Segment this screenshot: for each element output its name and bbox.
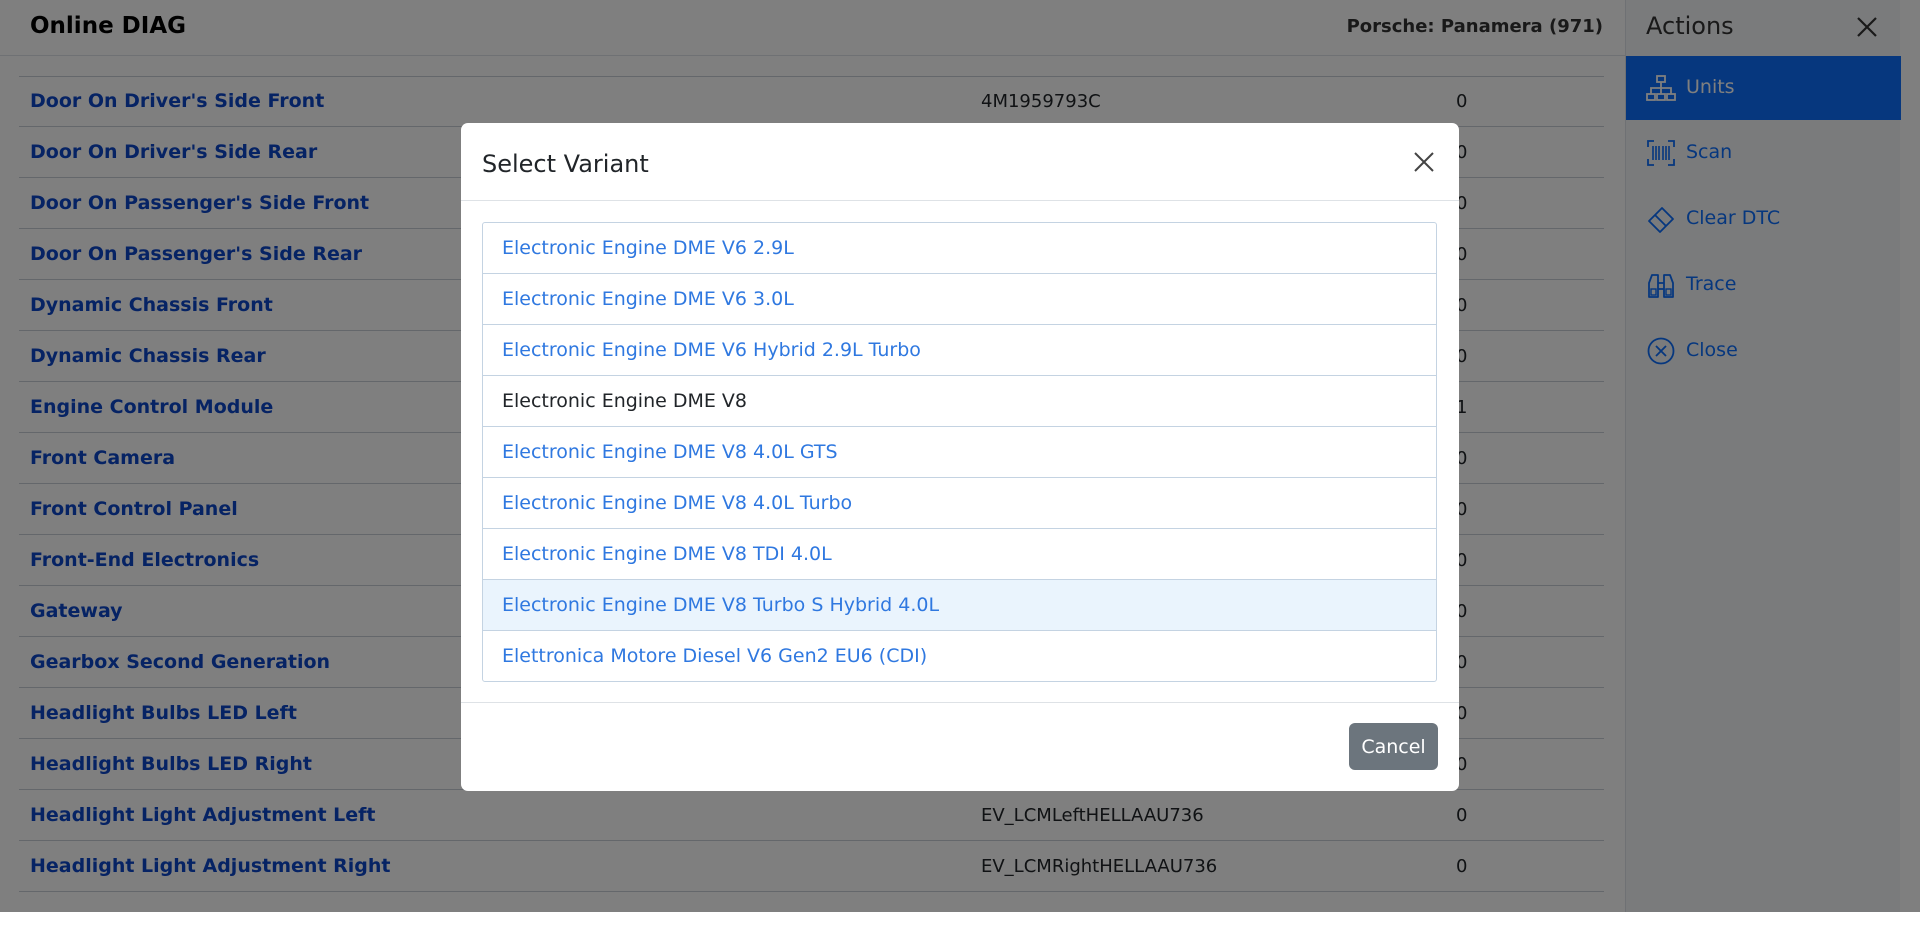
- variant-item[interactable]: Electronic Engine DME V8 4.0L Turbo: [483, 478, 1436, 529]
- select-variant-dialog: Select Variant Electronic Engine DME V6 …: [461, 123, 1459, 791]
- app-window: Online DIAG Porsche: Panamera (971) Door…: [0, 0, 1920, 912]
- variant-label: Electronic Engine DME V6 Hybrid 2.9L Tur…: [502, 339, 921, 361]
- variant-item[interactable]: Electronic Engine DME V8 Turbo S Hybrid …: [483, 580, 1436, 631]
- variant-label: Electronic Engine DME V8 Turbo S Hybrid …: [502, 594, 940, 616]
- variant-label: Elettronica Motore Diesel V6 Gen2 EU6 (C…: [502, 645, 928, 667]
- variant-item[interactable]: Electronic Engine DME V8: [483, 376, 1436, 427]
- variant-item[interactable]: Electronic Engine DME V6 3.0L: [483, 274, 1436, 325]
- variant-item[interactable]: Elettronica Motore Diesel V6 Gen2 EU6 (C…: [483, 631, 1436, 681]
- variant-label: Electronic Engine DME V8 TDI 4.0L: [502, 543, 832, 565]
- variant-label: Electronic Engine DME V6 2.9L: [502, 237, 794, 259]
- variant-list: Electronic Engine DME V6 2.9L Electronic…: [482, 222, 1437, 682]
- variant-label: Electronic Engine DME V8: [502, 390, 748, 412]
- variant-label: Electronic Engine DME V6 3.0L: [502, 288, 794, 310]
- variant-label: Electronic Engine DME V8 4.0L Turbo: [502, 492, 853, 514]
- cancel-button[interactable]: Cancel: [1349, 723, 1438, 770]
- variant-item[interactable]: Electronic Engine DME V8 4.0L GTS: [483, 427, 1436, 478]
- variant-label: Electronic Engine DME V8 4.0L GTS: [502, 441, 838, 463]
- variant-item[interactable]: Electronic Engine DME V6 Hybrid 2.9L Tur…: [483, 325, 1436, 376]
- close-icon[interactable]: [1409, 147, 1439, 177]
- modal-header: Select Variant: [461, 123, 1459, 201]
- variant-item[interactable]: Electronic Engine DME V6 2.9L: [483, 223, 1436, 274]
- modal-footer: Cancel: [461, 702, 1459, 791]
- variant-item[interactable]: Electronic Engine DME V8 TDI 4.0L: [483, 529, 1436, 580]
- modal-title: Select Variant: [482, 150, 649, 178]
